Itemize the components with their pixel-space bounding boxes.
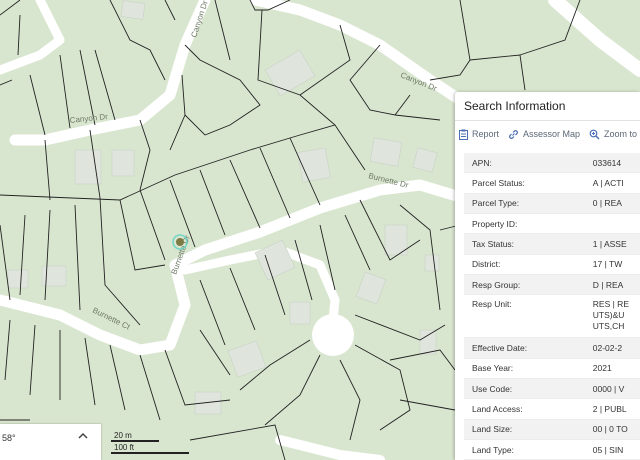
attribute-value: 0000 | V (586, 378, 640, 400)
attribute-value: A | ACTI (586, 172, 640, 194)
attribute-key: Property ID: (464, 213, 587, 235)
attribute-key: Parcel Status: (464, 172, 587, 194)
attribute-value: 00 | 0 TO (586, 419, 640, 441)
attribute-value: 033614 (586, 153, 640, 174)
attribute-key: Use Code: (464, 378, 587, 400)
zoom-to-button[interactable]: Zoom to (589, 129, 637, 140)
attribute-row: Land Access: 2 | PUBL (464, 398, 640, 420)
attribute-row: Land Size: 00 | 0 TO (464, 419, 640, 441)
scale-line-metric (111, 440, 159, 442)
attribute-value: 1 | ASSE (586, 233, 640, 255)
attribute-key: District: (464, 254, 587, 276)
attribute-row: APN: 033614 (464, 153, 640, 174)
attribute-value: 2 | PUBL (586, 398, 640, 420)
attribute-row: Tax Status: 1 | ASSE (464, 233, 640, 255)
zoom-to-label: Zoom to (604, 129, 638, 139)
attribute-key: Land Access: (464, 398, 587, 420)
attribute-value: 17 | TW (586, 254, 640, 276)
report-label: Report (472, 129, 500, 139)
map-rotation-control[interactable]: 58° (0, 424, 101, 460)
scale-line-imperial (111, 452, 189, 454)
attribute-value (586, 213, 640, 235)
attribute-value: RES | RE UTS)&U UTS,CH (586, 294, 640, 339)
attribute-row: Land Type: 05 | SIN (464, 439, 640, 460)
rotation-value: 58° (2, 433, 16, 443)
attribute-key: Base Year: (464, 358, 587, 380)
scale-imperial: 100 ft (114, 443, 135, 452)
attribute-row: Parcel Type: 0 | REA (464, 193, 640, 215)
panel-toolbar: Report Assessor Map Zoom to (455, 121, 640, 147)
attribute-row: Effective Date: 02-02-2 (464, 337, 640, 359)
search-info-panel: Search Information Report Assessor Map Z… (455, 92, 640, 460)
attribute-row: Resp Unit: RES | RE UTS)&U UTS,CH (464, 294, 640, 339)
attribute-row: Base Year: 2021 (464, 358, 640, 380)
cul-de-sac (312, 314, 354, 356)
zoom-icon (589, 129, 600, 139)
attribute-row: District: 17 | TW (464, 254, 640, 276)
report-icon (459, 129, 468, 140)
attribute-value: D | REA (586, 274, 640, 296)
attribute-row: Property ID: (464, 213, 640, 235)
report-button[interactable]: Report (459, 129, 499, 140)
attribute-key: Effective Date: (464, 337, 587, 359)
attribute-key: Resp Group: (464, 274, 587, 296)
attribute-value: 0 | REA (586, 193, 640, 215)
link-icon (509, 129, 518, 139)
chevron-up-icon[interactable] (78, 432, 88, 440)
attribute-value: 05 | SIN (586, 439, 640, 460)
assessor-map-button[interactable]: Assessor Map (508, 129, 580, 140)
attribute-key: Parcel Type: (464, 193, 587, 215)
scale-metric: 20 m (114, 431, 132, 440)
attribute-row: Use Code: 0000 | V (464, 378, 640, 400)
attribute-value: 2021 (586, 358, 640, 380)
attribute-key: APN: (464, 153, 587, 174)
attribute-table: APN: 033614 Parcel Status: A | ACTI Parcel T… (464, 153, 640, 460)
assessor-map-label: Assessor Map (523, 129, 581, 139)
attribute-value: 02-02-2 (586, 337, 640, 359)
attribute-key: Land Size: (464, 419, 587, 441)
attribute-key: Land Type: (464, 439, 587, 460)
scale-bar: 20 m 100 ft (111, 431, 191, 460)
attribute-key: Tax Status: (464, 233, 587, 255)
attribute-key: Resp Unit: (464, 294, 587, 339)
panel-title: Search Information (455, 92, 640, 121)
attribute-row: Parcel Status: A | ACTI (464, 172, 640, 194)
attribute-row: Resp Group: D | REA (464, 274, 640, 296)
